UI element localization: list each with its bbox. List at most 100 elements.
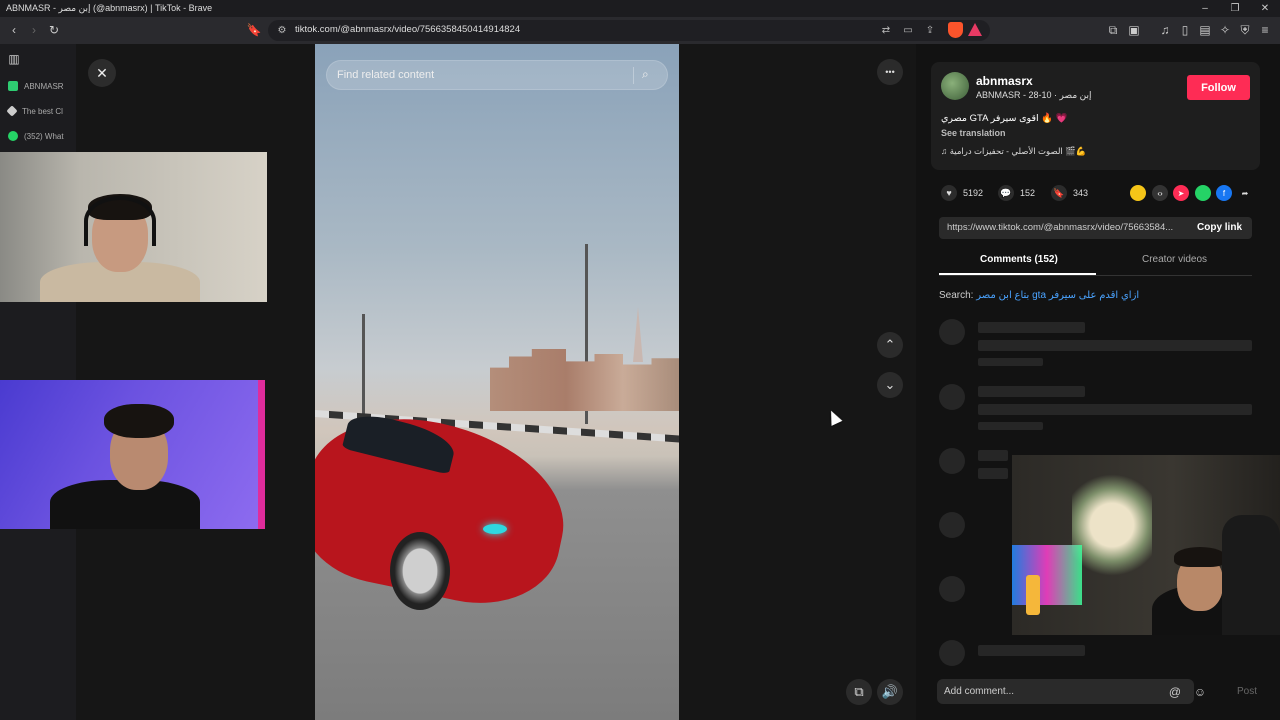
webcam-overlay	[0, 152, 267, 302]
related-search-placeholder: Find related content	[337, 69, 435, 81]
tab-creator-videos[interactable]: Creator videos	[1142, 254, 1207, 265]
see-translation-link[interactable]: See translation	[941, 128, 1006, 138]
tab-comments[interactable]: Comments (152)	[980, 254, 1058, 265]
loading-avatar	[939, 384, 965, 410]
comment-input[interactable]: Add comment...	[937, 679, 1194, 704]
extensions-icon[interactable]: ⧉	[1104, 21, 1122, 39]
loading-line	[978, 386, 1085, 397]
share-arrow-icon[interactable]: ➦	[1237, 185, 1253, 201]
url-text[interactable]: tiktok.com/@abnmasrx/video/7566358450414…	[295, 24, 520, 35]
sidebar-tab-abnmasr[interactable]: ABNMASR	[0, 75, 76, 97]
maximize-icon: ❐	[1230, 3, 1240, 14]
related-search-box[interactable]: Find related content ⌕	[326, 60, 668, 90]
mini-player-button[interactable]: ⧉	[846, 679, 872, 705]
brave-shield-icon[interactable]	[948, 22, 963, 38]
sidebar-tab-whatsapp[interactable]: (352) What	[0, 125, 76, 147]
facebook-icon[interactable]: f	[1216, 185, 1232, 201]
previous-video-button[interactable]: ⌃	[877, 332, 903, 358]
bookmark-icon[interactable]: 🔖	[1051, 185, 1067, 201]
back-icon[interactable]: ‹	[5, 21, 23, 39]
loading-line	[978, 450, 1008, 461]
loading-avatar	[939, 576, 965, 602]
send-icon[interactable]: ➤	[1173, 185, 1189, 201]
pip-icon[interactable]: ▭	[900, 22, 916, 38]
loading-avatar	[939, 512, 965, 538]
minimize-button[interactable]: –	[1190, 0, 1220, 17]
chevron-up-icon: ⌃	[884, 337, 896, 352]
street-lamp	[362, 314, 365, 424]
reload-icon[interactable]: ↻	[45, 21, 63, 39]
loading-line	[978, 340, 1252, 351]
tab-search-icon[interactable]: ▣	[1125, 21, 1143, 39]
save-stat[interactable]: 🔖 343	[1051, 185, 1088, 201]
video-link-text[interactable]: https://www.tiktok.com/@abnmasrx/video/7…	[947, 222, 1185, 233]
creator-avatar[interactable]	[941, 72, 969, 100]
comment-placeholder: Add comment...	[944, 686, 1015, 697]
sidebar-toggle-icon[interactable]: ▯	[1176, 21, 1194, 39]
maximize-button[interactable]: ❐	[1220, 0, 1250, 17]
copy-link-button[interactable]: Copy link	[1197, 222, 1242, 233]
car-wheel	[390, 532, 450, 610]
tabs-divider	[939, 275, 1252, 276]
chevron-down-icon: ⌄	[884, 377, 896, 392]
media-icon[interactable]: ♫	[1156, 21, 1174, 39]
loading-line	[978, 322, 1085, 333]
address-bar[interactable]: ⚙ tiktok.com/@abnmasrx/video/75663584504…	[268, 20, 990, 41]
next-video-button[interactable]: ⌄	[877, 372, 903, 398]
follow-button[interactable]: Follow	[1187, 75, 1250, 100]
whatsapp-icon[interactable]	[1195, 185, 1211, 201]
share-icon[interactable]: ⇪	[922, 22, 938, 38]
loading-line	[978, 358, 1043, 366]
coin-icon[interactable]	[1130, 185, 1146, 201]
loading-avatar	[939, 319, 965, 345]
loading-avatar	[939, 448, 965, 474]
more-options-button[interactable]: •••	[877, 59, 903, 85]
site-settings-icon[interactable]: ⚙	[274, 22, 290, 38]
bookmark-icon[interactable]: 🔖	[245, 21, 263, 39]
post-button[interactable]: Post	[1237, 686, 1257, 697]
person-hair	[1174, 547, 1226, 567]
comment-count: 152	[1020, 188, 1036, 198]
gaming-chair	[1222, 515, 1280, 635]
search-label: Search:	[939, 290, 974, 301]
save-count: 343	[1073, 188, 1089, 198]
close-video-button[interactable]: ✕	[88, 59, 116, 87]
led-strip	[258, 380, 265, 529]
like-stat[interactable]: ♥ 5192	[941, 185, 983, 201]
tiktok-favicon-icon	[8, 81, 18, 91]
comment-search-suggestion[interactable]: Search: بتاع ابن مصر gta ازاي اقدم على س…	[939, 290, 1139, 301]
close-window-button[interactable]: ✕	[1250, 0, 1280, 17]
video-player[interactable]	[315, 44, 679, 720]
drink-can	[1026, 575, 1040, 615]
loading-avatar	[939, 640, 965, 666]
mention-icon[interactable]: @	[1166, 683, 1184, 701]
vertical-tabs-icon[interactable]: ▥	[5, 50, 23, 68]
loading-line	[978, 404, 1252, 415]
search-query[interactable]: بتاع ابن مصر gta ازاي اقدم على سيرفر	[976, 290, 1139, 301]
embed-icon[interactable]: ‹›	[1152, 185, 1168, 201]
heart-icon[interactable]: ♥	[941, 185, 957, 201]
music-link[interactable]: ♫ الصوت الأصلي - تحفيزات درامية 🎬💪	[941, 146, 1086, 157]
vpn-icon[interactable]: ⛨	[1236, 21, 1254, 39]
emoji-icon[interactable]: ☺	[1191, 683, 1209, 701]
mini-player-icon: ⧉	[854, 684, 864, 699]
menu-icon[interactable]: ≡	[1256, 21, 1274, 39]
search-icon[interactable]: ⌕	[642, 67, 649, 82]
search-divider	[633, 67, 634, 84]
comment-icon[interactable]: 💬	[998, 185, 1014, 201]
close-window-icon: ✕	[1260, 3, 1270, 14]
forward-icon[interactable]: ›	[25, 21, 43, 39]
comment-stat[interactable]: 💬 152	[998, 185, 1035, 201]
sidebar-tab-the-best[interactable]: The best Cl	[0, 100, 76, 122]
person-hair	[104, 404, 174, 438]
volume-button[interactable]: 🔊	[877, 679, 903, 705]
minimize-icon: –	[1202, 3, 1208, 14]
flowers	[1072, 465, 1152, 585]
translate-icon[interactable]: ⇄	[878, 22, 894, 38]
whatsapp-favicon-icon	[8, 131, 18, 141]
leo-icon[interactable]: ✧	[1216, 21, 1234, 39]
creator-username[interactable]: abnmasrx	[976, 74, 1033, 88]
brave-rewards-icon[interactable]	[968, 23, 982, 36]
creator-subline: ABNMASR - إبن مصر · 10-28	[976, 90, 1092, 100]
wallet-icon[interactable]: ▤	[1196, 21, 1214, 39]
